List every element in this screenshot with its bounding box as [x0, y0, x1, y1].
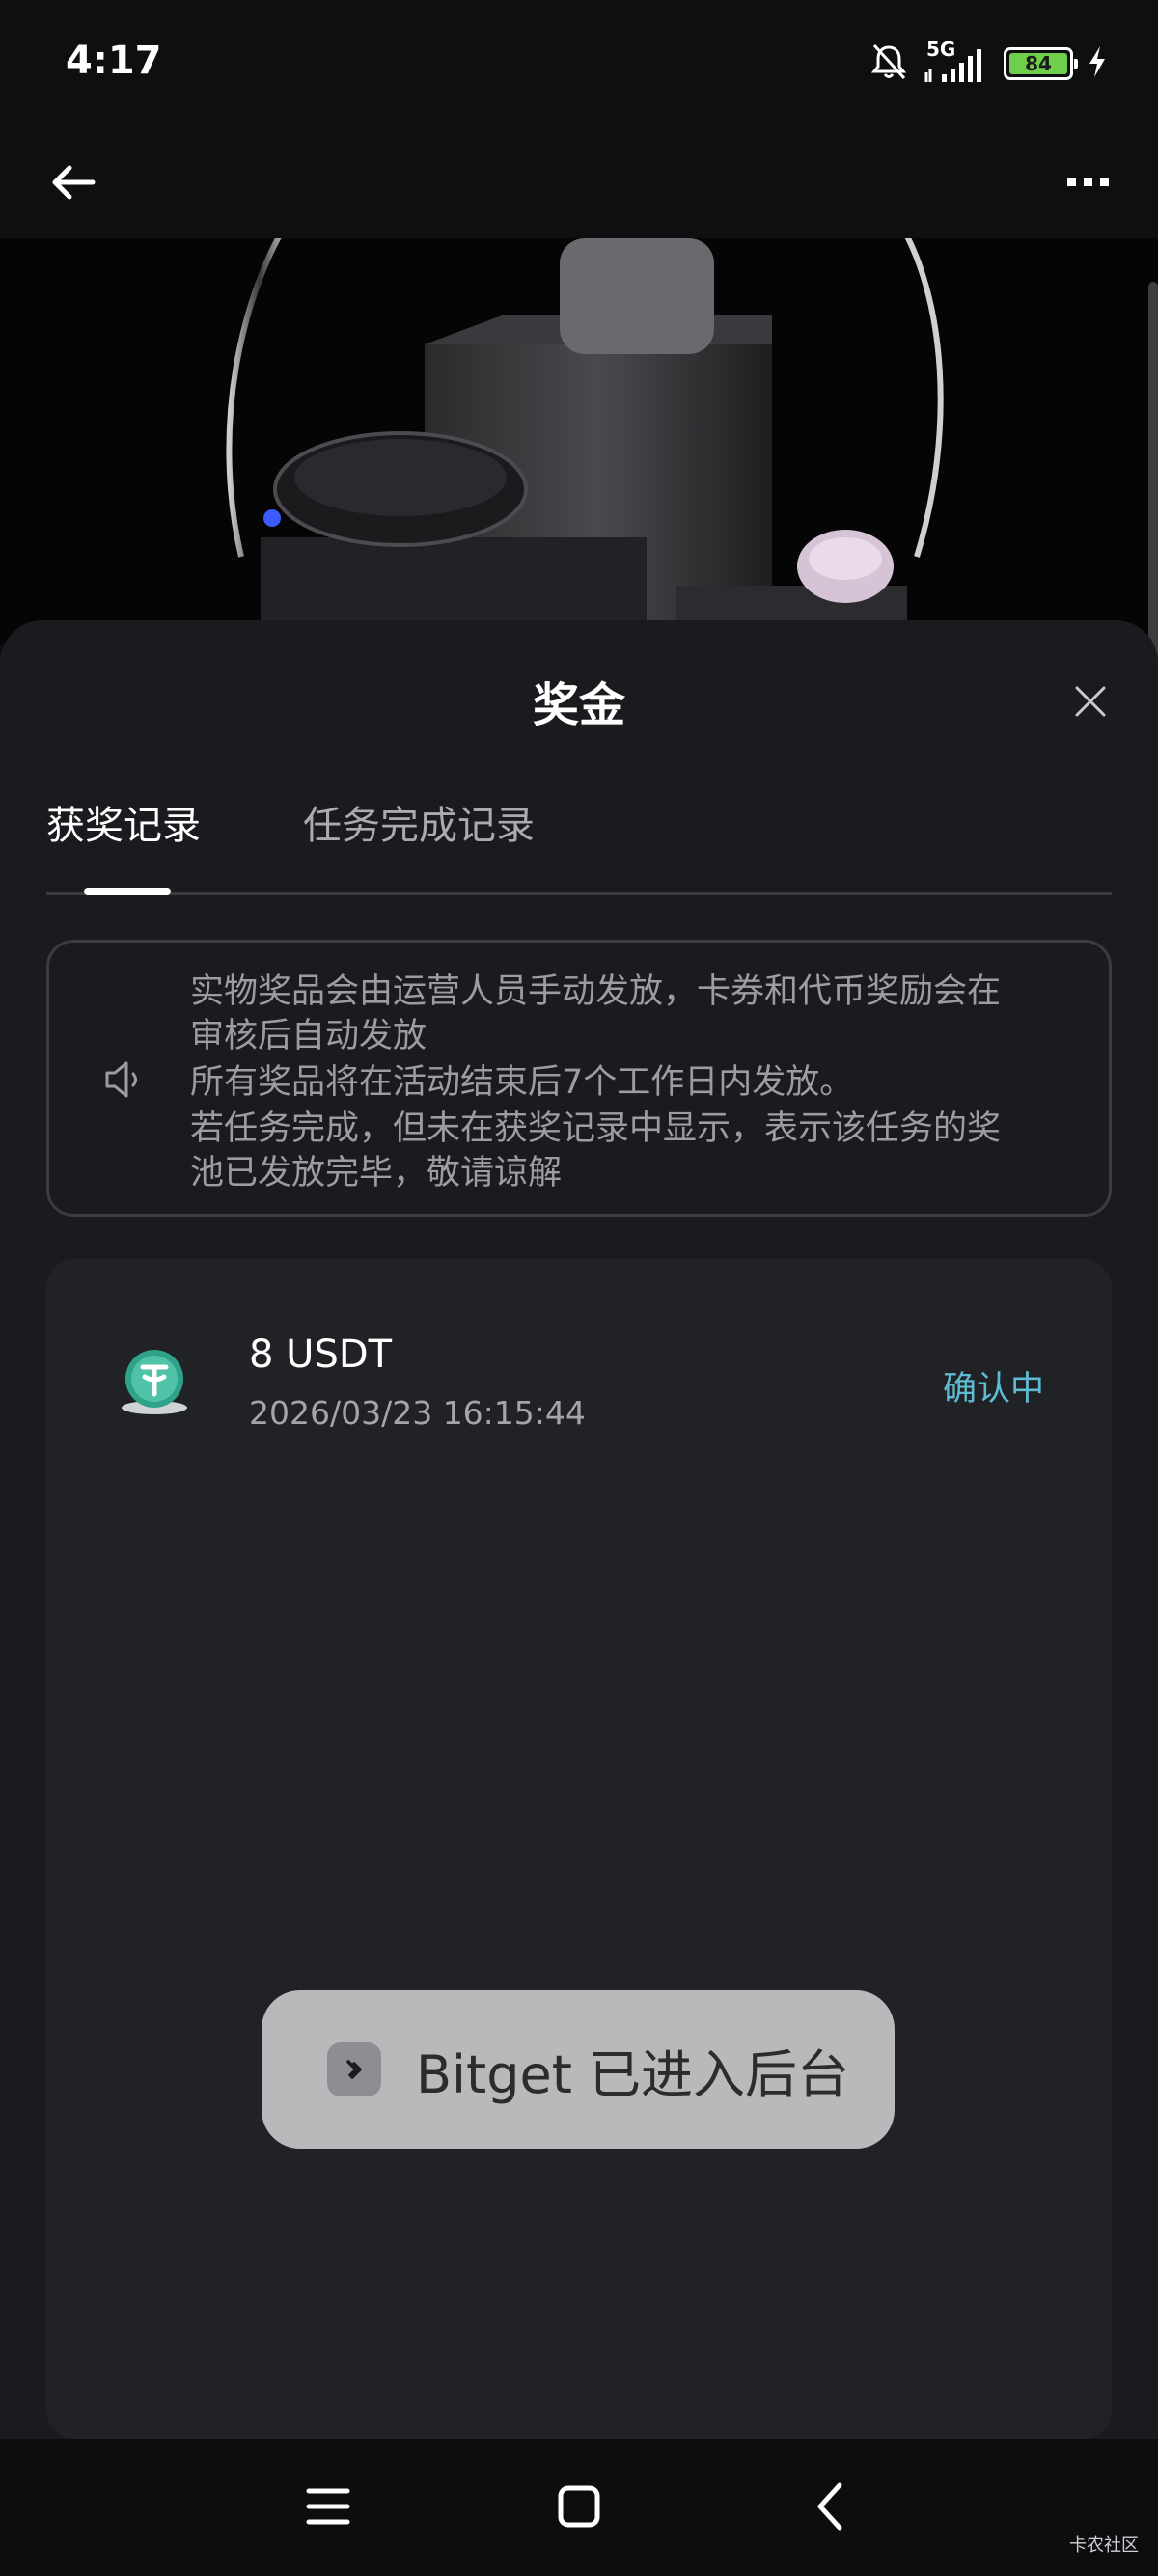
chevron-left-icon: [817, 2482, 842, 2531]
prize-products-illustration: [0, 238, 1158, 644]
reward-amount: 8 USDT: [249, 1332, 393, 1377]
toast-text: Bitget 已进入后台: [416, 2043, 850, 2105]
notice-line: 若任务完成，但未在获奖记录中显示，表示该任务的奖 池已发放完毕，敬请谅解: [190, 1110, 1002, 1192]
arrow-left-icon: [52, 165, 96, 200]
status-bar: 4:17 5G 84: [0, 0, 1158, 130]
charging-icon: [1087, 44, 1108, 83]
usdt-coin-icon: [122, 1350, 187, 1414]
status-icons: 5G 84: [868, 38, 1108, 86]
speaker-icon: [105, 1061, 137, 1098]
tab-indicator: [84, 888, 171, 895]
reward-status: 确认中: [942, 1370, 1044, 1409]
more-icon: [1067, 178, 1109, 186]
sheet-title: 奖金: [532, 678, 625, 732]
rewards-sheet: 奖金 获奖记录 任务完成记录 实物奖品会由运营人员手动发放，卡券和代币奖励会在 …: [0, 620, 1158, 2439]
toast: Bitget 已进入后台: [262, 1990, 895, 2149]
battery-icon: 84: [1004, 47, 1078, 80]
banner-image: [0, 238, 1158, 644]
reward-list: 8 USDT 2026/03/23 16:15:44 确认中: [46, 1259, 1112, 2439]
home-square-icon: [558, 2485, 600, 2528]
app-nav-bar: [0, 130, 1158, 238]
watermark: 卡农社区: [1069, 2535, 1139, 2556]
reward-time: 2026/03/23 16:15:44: [249, 1394, 586, 1432]
tab-winning-records[interactable]: 获奖记录: [46, 794, 201, 850]
tab-task-records[interactable]: 任务完成记录: [303, 794, 535, 850]
notice-line: 实物奖品会由运营人员手动发放，卡券和代币奖励会在 审核后自动发放: [190, 973, 1002, 1055]
status-time: 4:17: [66, 39, 162, 83]
network-label: 5G: [926, 38, 956, 61]
list-item[interactable]: 8 USDT 2026/03/23 16:15:44 确认中: [46, 1317, 1112, 1433]
scrollbar[interactable]: [1148, 282, 1158, 668]
bell-muted-icon: [868, 41, 909, 86]
menu-icon: [306, 2488, 350, 2525]
back-system-button[interactable]: [803, 2480, 857, 2534]
bitget-logo-icon: [327, 2042, 381, 2096]
menu-button[interactable]: [301, 2480, 355, 2534]
notice-line: 所有奖品将在活动结束后7个工作日内发放。: [190, 1063, 854, 1102]
back-button[interactable]: [42, 151, 104, 213]
notice-text: 实物奖品会由运营人员手动发放，卡券和代币奖励会在 审核后自动发放 所有奖品将在活…: [190, 970, 1088, 1195]
battery-level: 84: [1009, 52, 1067, 75]
more-button[interactable]: [1058, 151, 1119, 213]
close-button[interactable]: [1067, 678, 1114, 725]
tab-bar: 获奖记录 任务完成记录: [46, 794, 1112, 895]
system-nav-bar: 卡农社区: [0, 2439, 1158, 2576]
signal-icon: 5G: [923, 38, 990, 84]
notice-box: 实物奖品会由运营人员手动发放，卡券和代币奖励会在 审核后自动发放 所有奖品将在活…: [46, 940, 1112, 1217]
close-icon: [1075, 686, 1106, 717]
home-button[interactable]: [552, 2480, 606, 2534]
screen: 4:17 5G 84 奖金 获奖记录 任务完成记录 实物奖品会由运营人员手动发放…: [0, 0, 1158, 2576]
